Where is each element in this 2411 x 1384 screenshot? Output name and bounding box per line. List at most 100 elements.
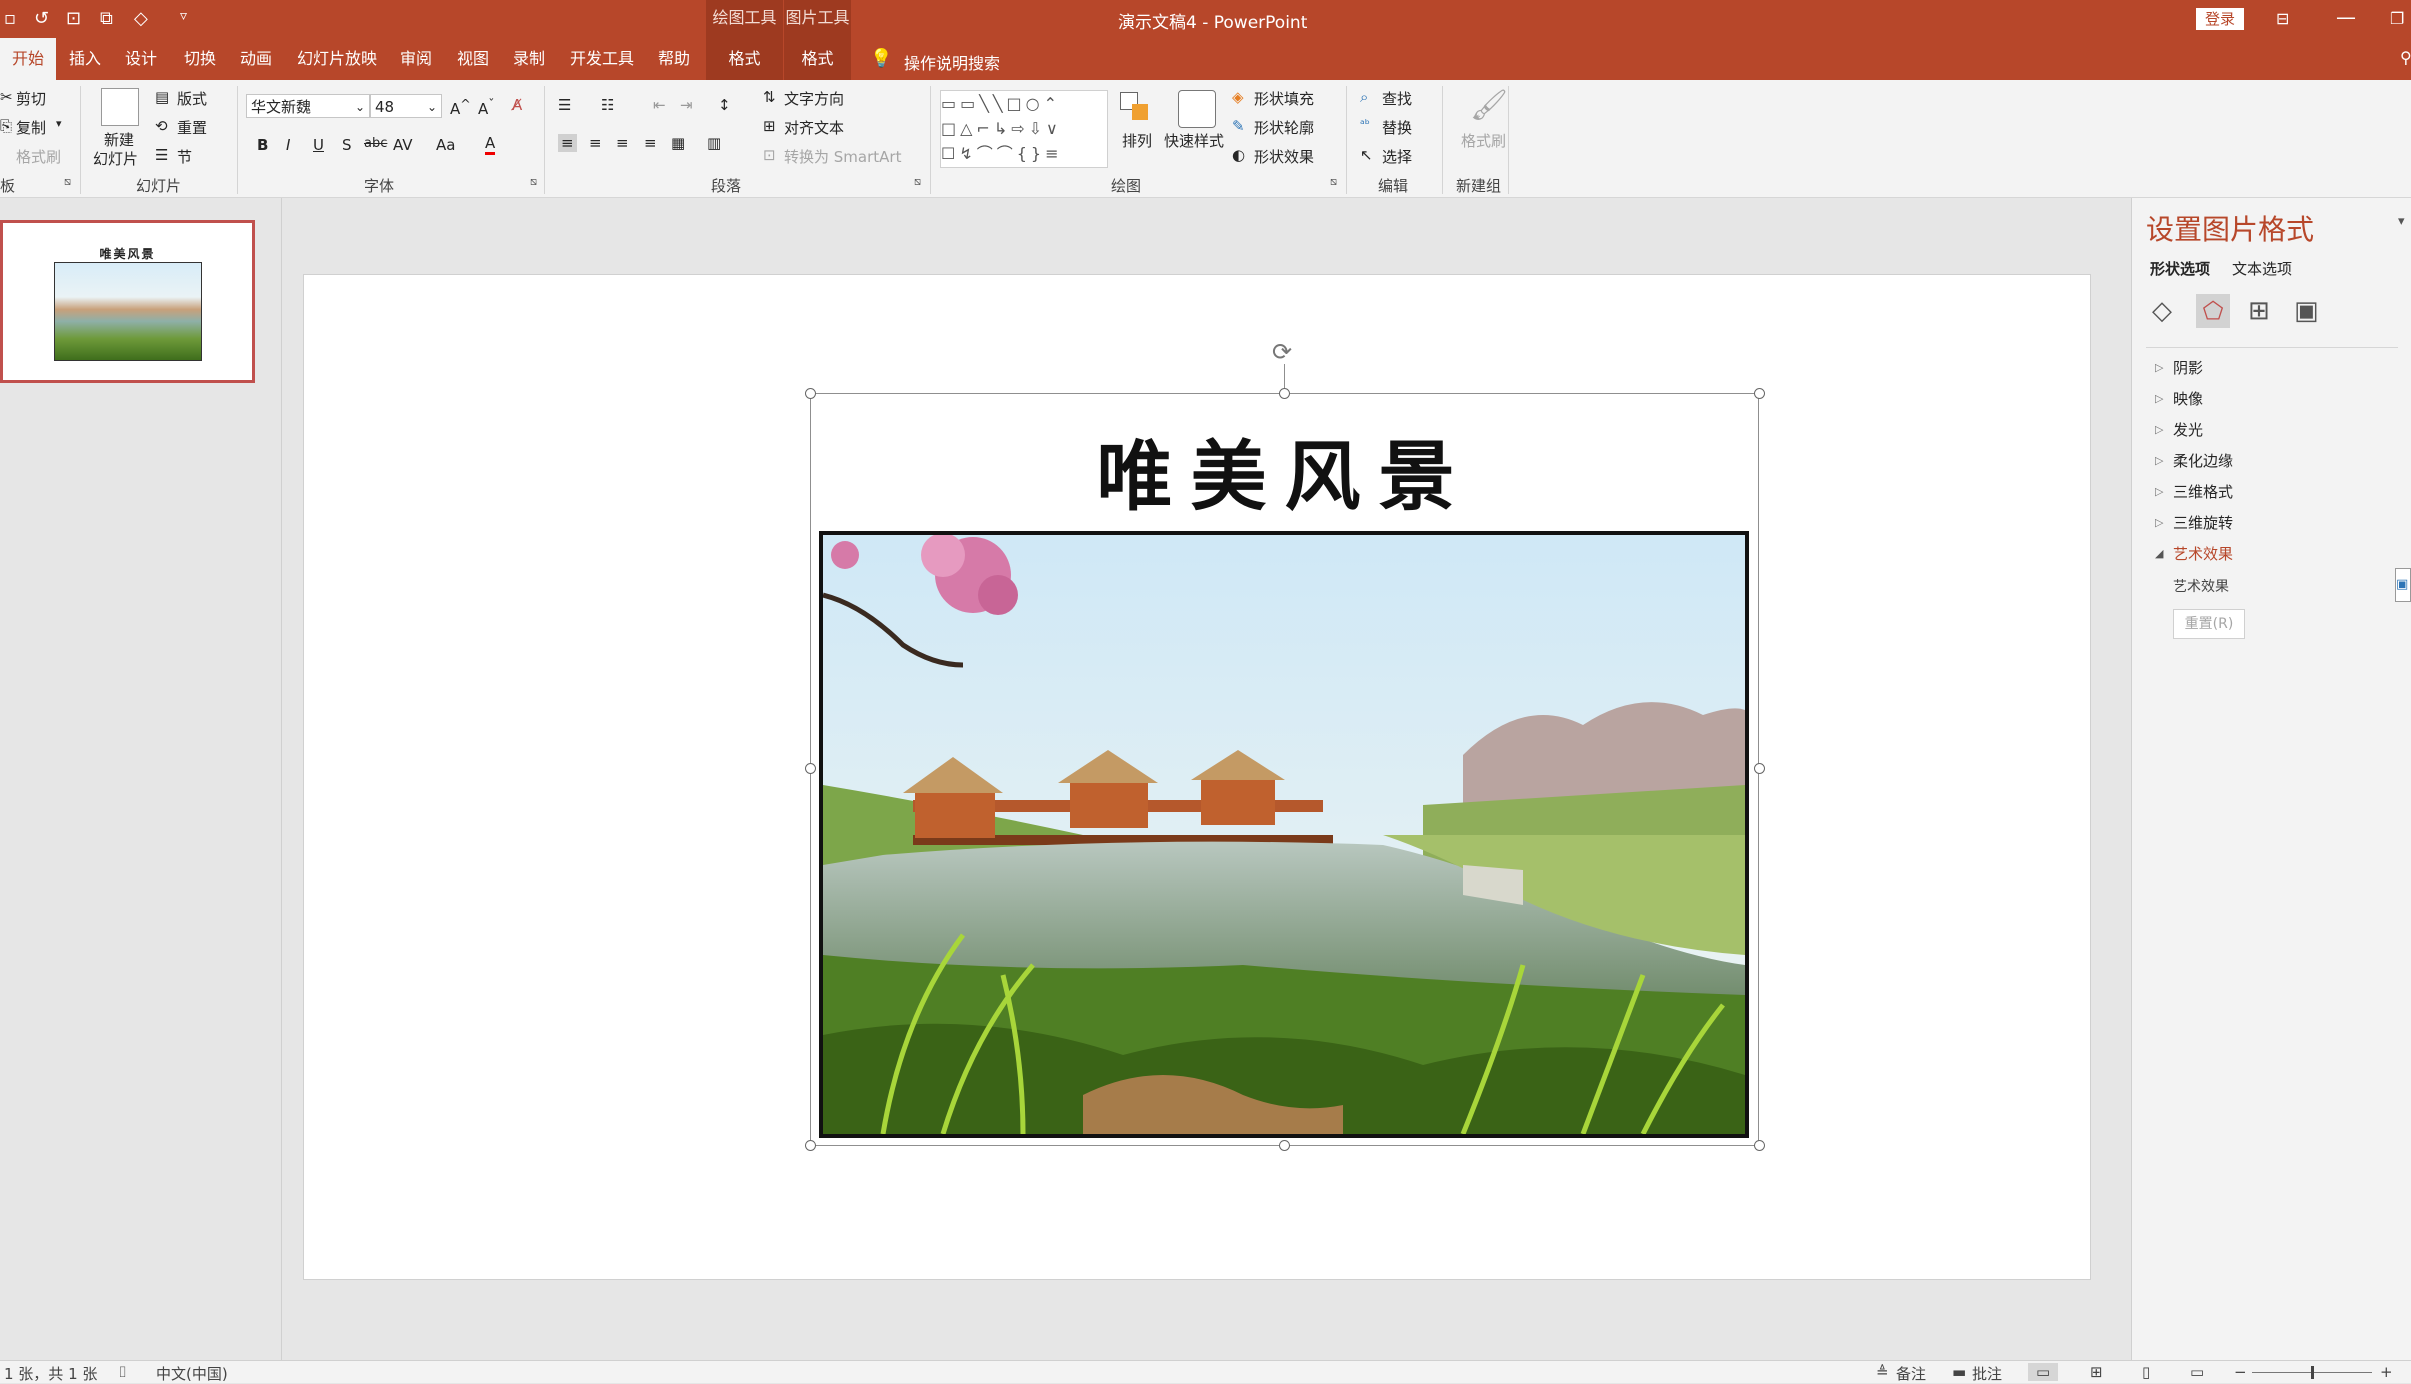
resize-handle-left[interactable]: [805, 763, 816, 774]
decrease-indent-icon[interactable]: ⇤: [653, 96, 666, 114]
quick-styles-icon[interactable]: [1178, 90, 1216, 128]
section-3d-rotation[interactable]: 三维旋转: [2173, 512, 2233, 533]
bullets-icon[interactable]: ☰: [558, 96, 571, 114]
new-slide-label-1[interactable]: 新建: [104, 129, 134, 150]
line-spacing-icon[interactable]: ↕: [718, 96, 731, 114]
shapes-gallery[interactable]: ▭▭╲╲□○⌃ □△⌐↳⇨⇩∨ ☐↯⌒⌒{}≡: [940, 90, 1108, 168]
login-button[interactable]: 登录: [2196, 8, 2244, 30]
smartart-icon[interactable]: ⊡: [763, 146, 776, 164]
shrink-font-icon[interactable]: Aˇ: [478, 96, 495, 118]
tell-me-search[interactable]: 操作说明搜索: [904, 50, 1000, 74]
select-button[interactable]: 选择: [1382, 146, 1412, 167]
resize-handle-right[interactable]: [1754, 763, 1765, 774]
tab-insert[interactable]: 插入: [62, 38, 108, 80]
tab-shape-options[interactable]: 形状选项: [2150, 258, 2210, 279]
numbering-icon[interactable]: ☷: [601, 96, 614, 114]
shape-effects-button[interactable]: 形状效果: [1254, 146, 1314, 167]
convert-smartart-button[interactable]: 转换为 SmartArt: [784, 146, 901, 167]
resize-handle-top-right[interactable]: [1754, 388, 1765, 399]
resize-handle-bottom[interactable]: [1279, 1140, 1290, 1151]
notes-icon[interactable]: ≜: [1876, 1363, 1889, 1381]
share-icon[interactable]: ⚲: [2400, 48, 2411, 67]
shape-fill-button[interactable]: 形状填充: [1254, 88, 1314, 109]
font-launcher-icon[interactable]: ⧅: [530, 175, 537, 189]
zoom-slider-thumb[interactable]: [2311, 1366, 2314, 1379]
distributed-icon[interactable]: ▦: [671, 134, 685, 152]
tab-design[interactable]: 设计: [118, 38, 164, 80]
minimize-icon[interactable]: —: [2336, 5, 2356, 29]
justify-icon[interactable]: ≡: [644, 134, 657, 152]
italic-icon[interactable]: I: [286, 136, 290, 154]
chevron-down-icon[interactable]: ⌄: [355, 95, 365, 119]
collapsed-arrow-icon[interactable]: ▷: [2155, 454, 2163, 467]
find-icon[interactable]: ⌕: [1360, 88, 1368, 106]
format-painter-button[interactable]: 格式刷: [16, 146, 61, 167]
resize-handle-top-left[interactable]: [805, 388, 816, 399]
section-soft-edges[interactable]: 柔化边缘: [2173, 450, 2233, 471]
copy-dropdown-icon[interactable]: ▾: [56, 117, 62, 130]
align-text-button[interactable]: 对齐文本: [784, 117, 844, 138]
tab-slideshow[interactable]: 幻灯片放映: [290, 38, 384, 80]
section-shadow[interactable]: 阴影: [2173, 357, 2203, 378]
rotate-handle-icon[interactable]: ⟳: [1272, 340, 1296, 364]
layout-button[interactable]: 版式: [177, 88, 207, 109]
slideshow-view-icon[interactable]: ▭: [2190, 1363, 2204, 1381]
columns-icon[interactable]: ▥: [707, 134, 721, 152]
increase-indent-icon[interactable]: ⇥: [680, 96, 693, 114]
normal-view-icon[interactable]: ▭: [2028, 1363, 2059, 1381]
change-case-icon[interactable]: Aa: [436, 136, 455, 154]
pane-options-icon[interactable]: ▾: [2398, 214, 2405, 229]
replace-button[interactable]: 替换: [1382, 117, 1412, 138]
shape-outline-button[interactable]: 形状轮廓: [1254, 117, 1314, 138]
text-shadow-icon[interactable]: S: [342, 136, 352, 154]
tab-view[interactable]: 视图: [450, 38, 496, 80]
chevron-down-icon[interactable]: ⌄: [427, 95, 437, 119]
tab-record[interactable]: 录制: [506, 38, 552, 80]
font-size-combo[interactable]: 48 ⌄: [370, 94, 442, 118]
tab-home[interactable]: 开始: [0, 38, 56, 80]
reset-button[interactable]: 重置: [177, 117, 207, 138]
new-slide-label-2[interactable]: 幻灯片: [93, 148, 138, 169]
slide-sorter-icon[interactable]: ⊞: [2090, 1363, 2103, 1381]
section-3d-format[interactable]: 三维格式: [2173, 481, 2233, 502]
grow-font-icon[interactable]: A^: [450, 96, 471, 118]
cut-icon[interactable]: ✂: [0, 88, 13, 106]
arrange-button[interactable]: 排列: [1122, 130, 1152, 151]
strikethrough-icon[interactable]: abc: [364, 136, 387, 151]
layout-icon[interactable]: ▤: [155, 88, 169, 106]
fill-line-icon[interactable]: ◇: [2152, 296, 2172, 326]
restore-icon[interactable]: ❐: [2390, 9, 2404, 28]
tab-text-options[interactable]: 文本选项: [2232, 258, 2292, 279]
picture-icon[interactable]: ▣: [2294, 296, 2319, 326]
collapsed-arrow-icon[interactable]: ▷: [2155, 392, 2163, 405]
copy-button[interactable]: 复制: [16, 117, 46, 138]
effects-icon[interactable]: ⬠: [2196, 294, 2230, 328]
zoom-out-icon[interactable]: −: [2234, 1363, 2247, 1381]
artistic-effects-dropdown[interactable]: ▣: [2395, 568, 2411, 602]
reset-icon[interactable]: ⟲: [155, 117, 168, 135]
font-color-icon[interactable]: A: [485, 134, 496, 155]
resize-handle-bottom-right[interactable]: [1754, 1140, 1765, 1151]
resize-handle-top[interactable]: [1279, 388, 1290, 399]
align-right-icon[interactable]: ≡: [616, 134, 629, 152]
reading-view-icon[interactable]: ▯: [2142, 1363, 2150, 1381]
tab-animations[interactable]: 动画: [233, 38, 279, 80]
tab-developer[interactable]: 开发工具: [562, 38, 642, 80]
present-icon[interactable]: ⊡: [66, 8, 81, 29]
slide-thumbnail[interactable]: 唯美风景: [0, 220, 255, 383]
save-icon[interactable]: ▫: [4, 8, 16, 29]
shape-fill-icon[interactable]: ◈: [1232, 88, 1244, 106]
tab-drawing-format[interactable]: 格式: [706, 38, 783, 80]
replace-icon[interactable]: ᵃᵇ: [1360, 117, 1370, 131]
zoom-in-icon[interactable]: +: [2380, 1363, 2393, 1381]
reset-button-pane[interactable]: 重置(R): [2173, 609, 2245, 639]
find-button[interactable]: 查找: [1382, 88, 1412, 109]
paintbrush-icon[interactable]: 🖌: [1470, 88, 1508, 123]
font-name-combo[interactable]: 华文新魏 ⌄: [246, 94, 370, 118]
tab-picture-format[interactable]: 格式: [784, 38, 851, 80]
slide-title[interactable]: 唯美风景: [810, 415, 1759, 525]
select-icon[interactable]: ↖: [1360, 146, 1373, 164]
align-text-icon[interactable]: ⊞: [763, 117, 776, 135]
text-direction-icon[interactable]: ⇅: [763, 88, 776, 106]
spell-check-icon[interactable]: ⌷: [118, 1363, 127, 1381]
